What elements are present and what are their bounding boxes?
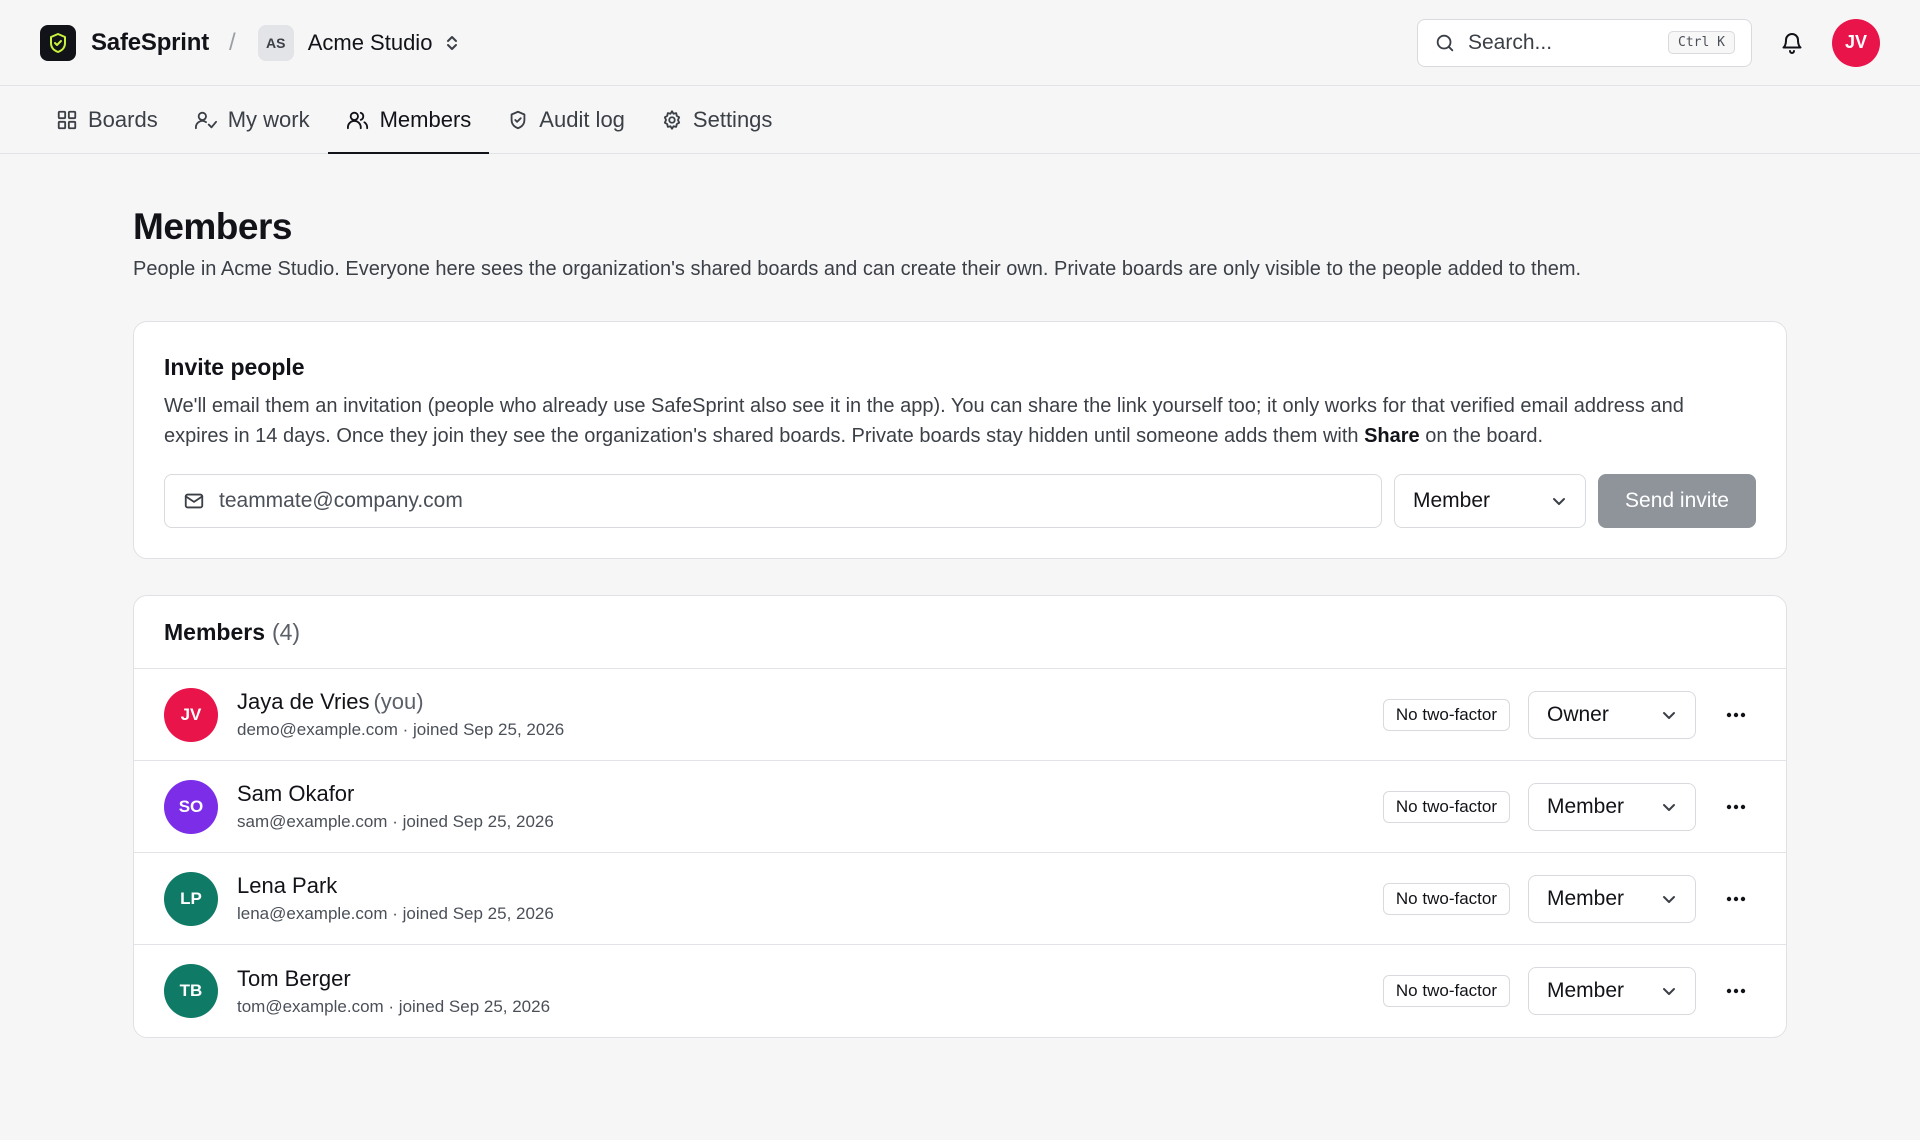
user-avatar[interactable]: JV [1832, 18, 1880, 67]
member-row: SO Sam Okafor sam@example.com · joined S… [134, 761, 1786, 853]
mail-icon [184, 493, 204, 509]
chevron-up-down-icon[interactable] [444, 33, 460, 53]
bell-icon[interactable] [1780, 31, 1804, 55]
status-badge: No two-factor [1382, 790, 1510, 823]
grid-icon [56, 109, 78, 131]
users-icon [346, 109, 370, 131]
shield-check-icon [507, 109, 529, 131]
member-name: Sam Okafor [237, 781, 355, 806]
chevron-down-icon [1553, 498, 1565, 505]
tab-label: My work [227, 106, 310, 132]
tab-settings[interactable]: Settings [643, 86, 791, 153]
nav-tabs: Boards My work Members Audit log Setting… [0, 85, 1920, 154]
main-content: Members People in Acme Studio. Everyone … [0, 206, 1920, 1038]
tab-label: Boards [88, 106, 158, 132]
tab-label: Members [379, 106, 472, 132]
more-options-icon[interactable] [1716, 896, 1756, 902]
member-row: TB Tom Berger tom@example.com · joined S… [134, 945, 1786, 1037]
members-card: Members (4) JV Jaya de Vries (you) demo@e… [133, 595, 1787, 1038]
avatar: SO [164, 779, 218, 834]
keyboard-shortcut: Ctrl K [1668, 31, 1735, 54]
role-value: Member [1547, 979, 1625, 1002]
more-options-icon[interactable] [1716, 988, 1756, 994]
email-field[interactable] [164, 474, 1382, 528]
role-value: Member [1547, 794, 1625, 818]
avatar: TB [164, 964, 218, 1018]
member-meta: lena@example.com · joined Sep 25, 2026 [237, 904, 554, 923]
app-name: SafeSprint [91, 28, 210, 56]
role-select[interactable]: Owner [1528, 690, 1696, 739]
search-icon [1436, 34, 1454, 51]
tab-boards[interactable]: Boards [38, 86, 176, 153]
more-options-icon[interactable] [1716, 804, 1756, 810]
role-select[interactable]: Member [1528, 967, 1696, 1015]
send-invite-button[interactable]: Send invite [1598, 474, 1756, 528]
breadcrumb-separator: / [229, 28, 236, 56]
tab-members[interactable]: Members [327, 86, 490, 154]
member-row: JV Jaya de Vries (you) demo@example.com ·… [134, 669, 1786, 761]
shield-logo-icon [50, 32, 66, 53]
avatar: JV [164, 687, 218, 742]
tab-my-work[interactable]: My work [176, 86, 328, 153]
member-meta: tom@example.com · joined Sep 25, 2026 [237, 996, 551, 1016]
chevron-down-icon [1663, 803, 1675, 811]
chevron-down-icon [1663, 711, 1675, 719]
status-badge: No two-factor [1382, 975, 1510, 1007]
role-select[interactable]: Member [1528, 874, 1696, 923]
page-description: People in Acme Studio. Everyone here see… [133, 258, 1582, 280]
org-avatar[interactable]: AS [257, 24, 294, 61]
email-input[interactable] [219, 489, 1363, 513]
chevron-down-icon [1663, 895, 1675, 903]
tab-audit-log[interactable]: Audit log [489, 86, 643, 153]
member-name: Lena Park [237, 873, 338, 898]
page-title: Members [133, 206, 292, 247]
invite-role-select[interactable]: Member [1394, 474, 1586, 528]
invite-title: Invite people [164, 354, 305, 380]
role-value: Member [1547, 886, 1625, 910]
you-label: (you) [373, 689, 424, 714]
role-select[interactable]: Member [1528, 782, 1696, 831]
tab-label: Settings [692, 106, 773, 132]
share-emphasis: Share [1364, 425, 1420, 447]
top-bar: SafeSprint / AS Acme Studio Search... Ct… [0, 0, 1920, 85]
status-badge: No two-factor [1382, 882, 1510, 915]
member-meta: demo@example.com · joined Sep 25, 2026 [237, 720, 565, 739]
tab-label: Audit log [539, 106, 625, 132]
avatar: LP [164, 871, 218, 926]
members-count: (4) [271, 618, 301, 645]
invite-card: Invite people We'll email them an invita… [133, 321, 1787, 559]
member-name: Jaya de Vries (you) [237, 689, 424, 714]
status-badge: No two-factor [1382, 698, 1510, 731]
app-logo[interactable] [40, 24, 76, 61]
org-name[interactable]: Acme Studio [308, 30, 433, 56]
invite-role-value: Member [1413, 489, 1491, 512]
member-meta: sam@example.com · joined Sep 25, 2026 [237, 812, 554, 831]
members-title: Members [164, 618, 265, 645]
member-row: LP Lena Park lena@example.com · joined S… [134, 853, 1786, 945]
chevron-down-icon [1663, 988, 1675, 995]
gear-icon [661, 109, 683, 131]
members-header: Members (4) [134, 596, 1786, 669]
member-name: Tom Berger [237, 965, 351, 991]
search-placeholder: Search... [1468, 30, 1553, 54]
search-box[interactable]: Search... Ctrl K [1417, 18, 1752, 67]
more-options-icon[interactable] [1716, 712, 1756, 718]
invite-description: We'll email them an invitation (people w… [164, 395, 1684, 447]
user-check-icon [194, 109, 218, 131]
role-value: Owner [1547, 702, 1609, 726]
